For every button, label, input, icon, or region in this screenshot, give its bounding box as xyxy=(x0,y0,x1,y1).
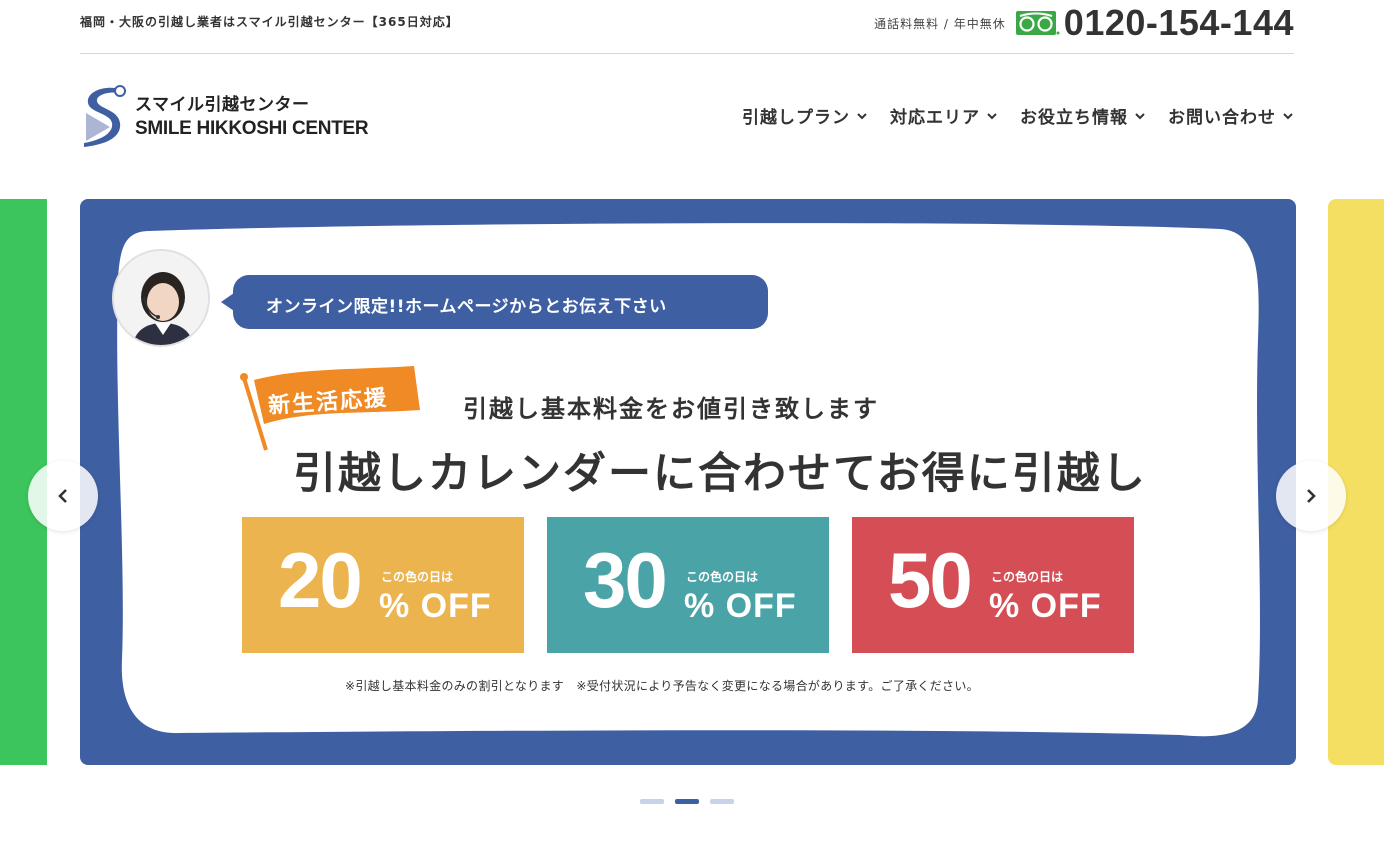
offer-value: 50 xyxy=(888,536,973,624)
hero-slider: オンライン限定!!ホームページからとお伝え下さい 新生活応援 引越し基本料金をお… xyxy=(0,199,1384,765)
offer-off-label: % OFF xyxy=(379,587,492,625)
offer-50-percent: 50 この色の日は % OFF xyxy=(852,517,1134,653)
chevron-down-icon xyxy=(1135,112,1145,119)
offer-value: 30 xyxy=(583,536,668,624)
site-logo[interactable]: スマイル引越センター SMILE HIKKOSHI CENTER xyxy=(80,83,369,149)
chevron-left-icon xyxy=(58,489,67,503)
nav-item-plans[interactable]: 引越しプラン xyxy=(742,103,868,128)
chevron-down-icon xyxy=(1283,112,1293,119)
nav-item-label: お役立ち情報 xyxy=(1020,108,1128,128)
slide-disclaimer: ※引越し基本料金のみの割引となります ※受付状況により予告なく変更になる場合があ… xyxy=(345,679,979,693)
operator-image xyxy=(114,251,208,345)
site-header: スマイル引越センター SMILE HIKKOSHI CENTER 引越しプラン … xyxy=(80,55,1294,175)
logo-text-jp: スマイル引越センター xyxy=(135,95,310,115)
offer-off-label: % OFF xyxy=(684,587,797,625)
phone-number-link[interactable]: 0120-154-144 xyxy=(1064,2,1294,44)
slide-subheading: 引越し基本料金をお値引き致します xyxy=(463,395,879,423)
nav-item-label: お問い合わせ xyxy=(1168,108,1276,128)
slider-pagination xyxy=(640,799,745,804)
online-limited-bubble: オンライン限定!!ホームページからとお伝え下さい xyxy=(221,275,768,329)
offer-20-percent: 20 この色の日は % OFF xyxy=(242,517,524,653)
bubble-text: オンライン限定!!ホームページからとお伝え下さい xyxy=(266,297,667,317)
slider-prev-button[interactable] xyxy=(28,461,98,531)
slide-heading: 引越しカレンダーに合わせてお得に引越し xyxy=(293,449,1147,499)
offer-30-percent: 30 この色の日は % OFF xyxy=(547,517,829,653)
hero-slide-campaign[interactable]: オンライン限定!!ホームページからとお伝え下さい 新生活応援 引越し基本料金をお… xyxy=(80,199,1296,765)
nav-item-label: 引越しプラン xyxy=(742,108,850,128)
offer-value: 20 xyxy=(278,536,363,624)
freedial-icon xyxy=(1015,11,1060,35)
offer-note: この色の日は xyxy=(381,570,454,584)
chevron-right-icon xyxy=(1307,489,1316,503)
chevron-down-icon xyxy=(987,112,997,119)
slider-dot-2[interactable] xyxy=(675,799,699,804)
contact-info: 通話料無料 / 年中無休 0120-154-144 xyxy=(874,2,1294,44)
offer-note: この色の日は xyxy=(686,570,759,584)
nav-item-contact[interactable]: お問い合わせ xyxy=(1168,103,1294,128)
offer-note: この色の日は xyxy=(991,570,1064,584)
slider-dot-3[interactable] xyxy=(710,799,734,804)
nav-item-areas[interactable]: 対応エリア xyxy=(890,103,998,128)
operator-avatar xyxy=(112,249,210,347)
slider-dot-1[interactable] xyxy=(640,799,664,804)
offer-off-label: % OFF xyxy=(989,587,1102,625)
contact-note: 通話料無料 / 年中無休 xyxy=(874,16,1006,31)
nav-item-info[interactable]: お役立ち情報 xyxy=(1020,103,1146,128)
slider-next-button[interactable] xyxy=(1276,461,1346,531)
top-bar: 福岡・大阪の引越し業者はスマイル引越センター【365日対応】 通話料無料 / 年… xyxy=(80,0,1294,54)
logo-mark-icon xyxy=(84,85,126,147)
site-tagline: 福岡・大阪の引越し業者はスマイル引越センター【365日対応】 xyxy=(80,15,459,29)
logo-text-en: SMILE HIKKOSHI CENTER xyxy=(135,118,369,139)
nav-item-label: 対応エリア xyxy=(890,108,980,128)
main-nav: 引越しプラン 対応エリア お役立ち情報 お問い合わせ xyxy=(720,103,1294,128)
chevron-down-icon xyxy=(857,112,867,119)
